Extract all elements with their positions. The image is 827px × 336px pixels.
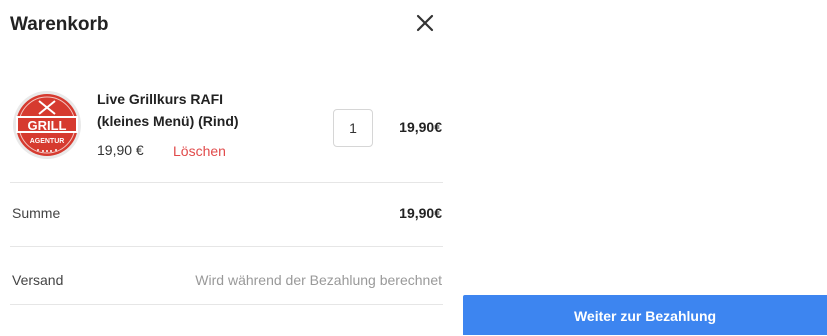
delete-item-link[interactable]: Löschen	[173, 143, 226, 159]
product-unit-price: 19,90 €	[97, 142, 144, 158]
line-total: 19,90€	[399, 119, 442, 135]
shipping-label: Versand	[12, 272, 64, 288]
sum-value: 19,90€	[399, 205, 442, 221]
product-name-line2: (kleines Menü) (Rind)	[97, 113, 239, 129]
svg-text:AGENTUR: AGENTUR	[30, 138, 65, 145]
cart-title: Warenkorb	[10, 14, 109, 35]
checkout-button[interactable]: Weiter zur Bezahlung	[463, 295, 827, 335]
divider	[10, 304, 443, 305]
close-icon[interactable]	[414, 12, 436, 34]
divider	[10, 246, 443, 247]
svg-text:GRILL: GRILL	[28, 118, 67, 133]
shipping-value: Wird während der Bezahlung berechnet	[195, 272, 442, 288]
close-button[interactable]	[414, 12, 436, 34]
product-name-line1: Live Grillkurs RAFI	[97, 91, 224, 107]
product-thumbnail: GRILL AGENTUR	[12, 90, 82, 160]
quantity-input[interactable]: 1	[333, 109, 373, 147]
sum-label: Summe	[12, 205, 61, 221]
divider	[10, 182, 443, 183]
grill-agentur-logo: GRILL AGENTUR	[13, 91, 81, 159]
product-name: Live Grillkurs RAFI (kleines Menü) (Rind…	[97, 88, 287, 132]
